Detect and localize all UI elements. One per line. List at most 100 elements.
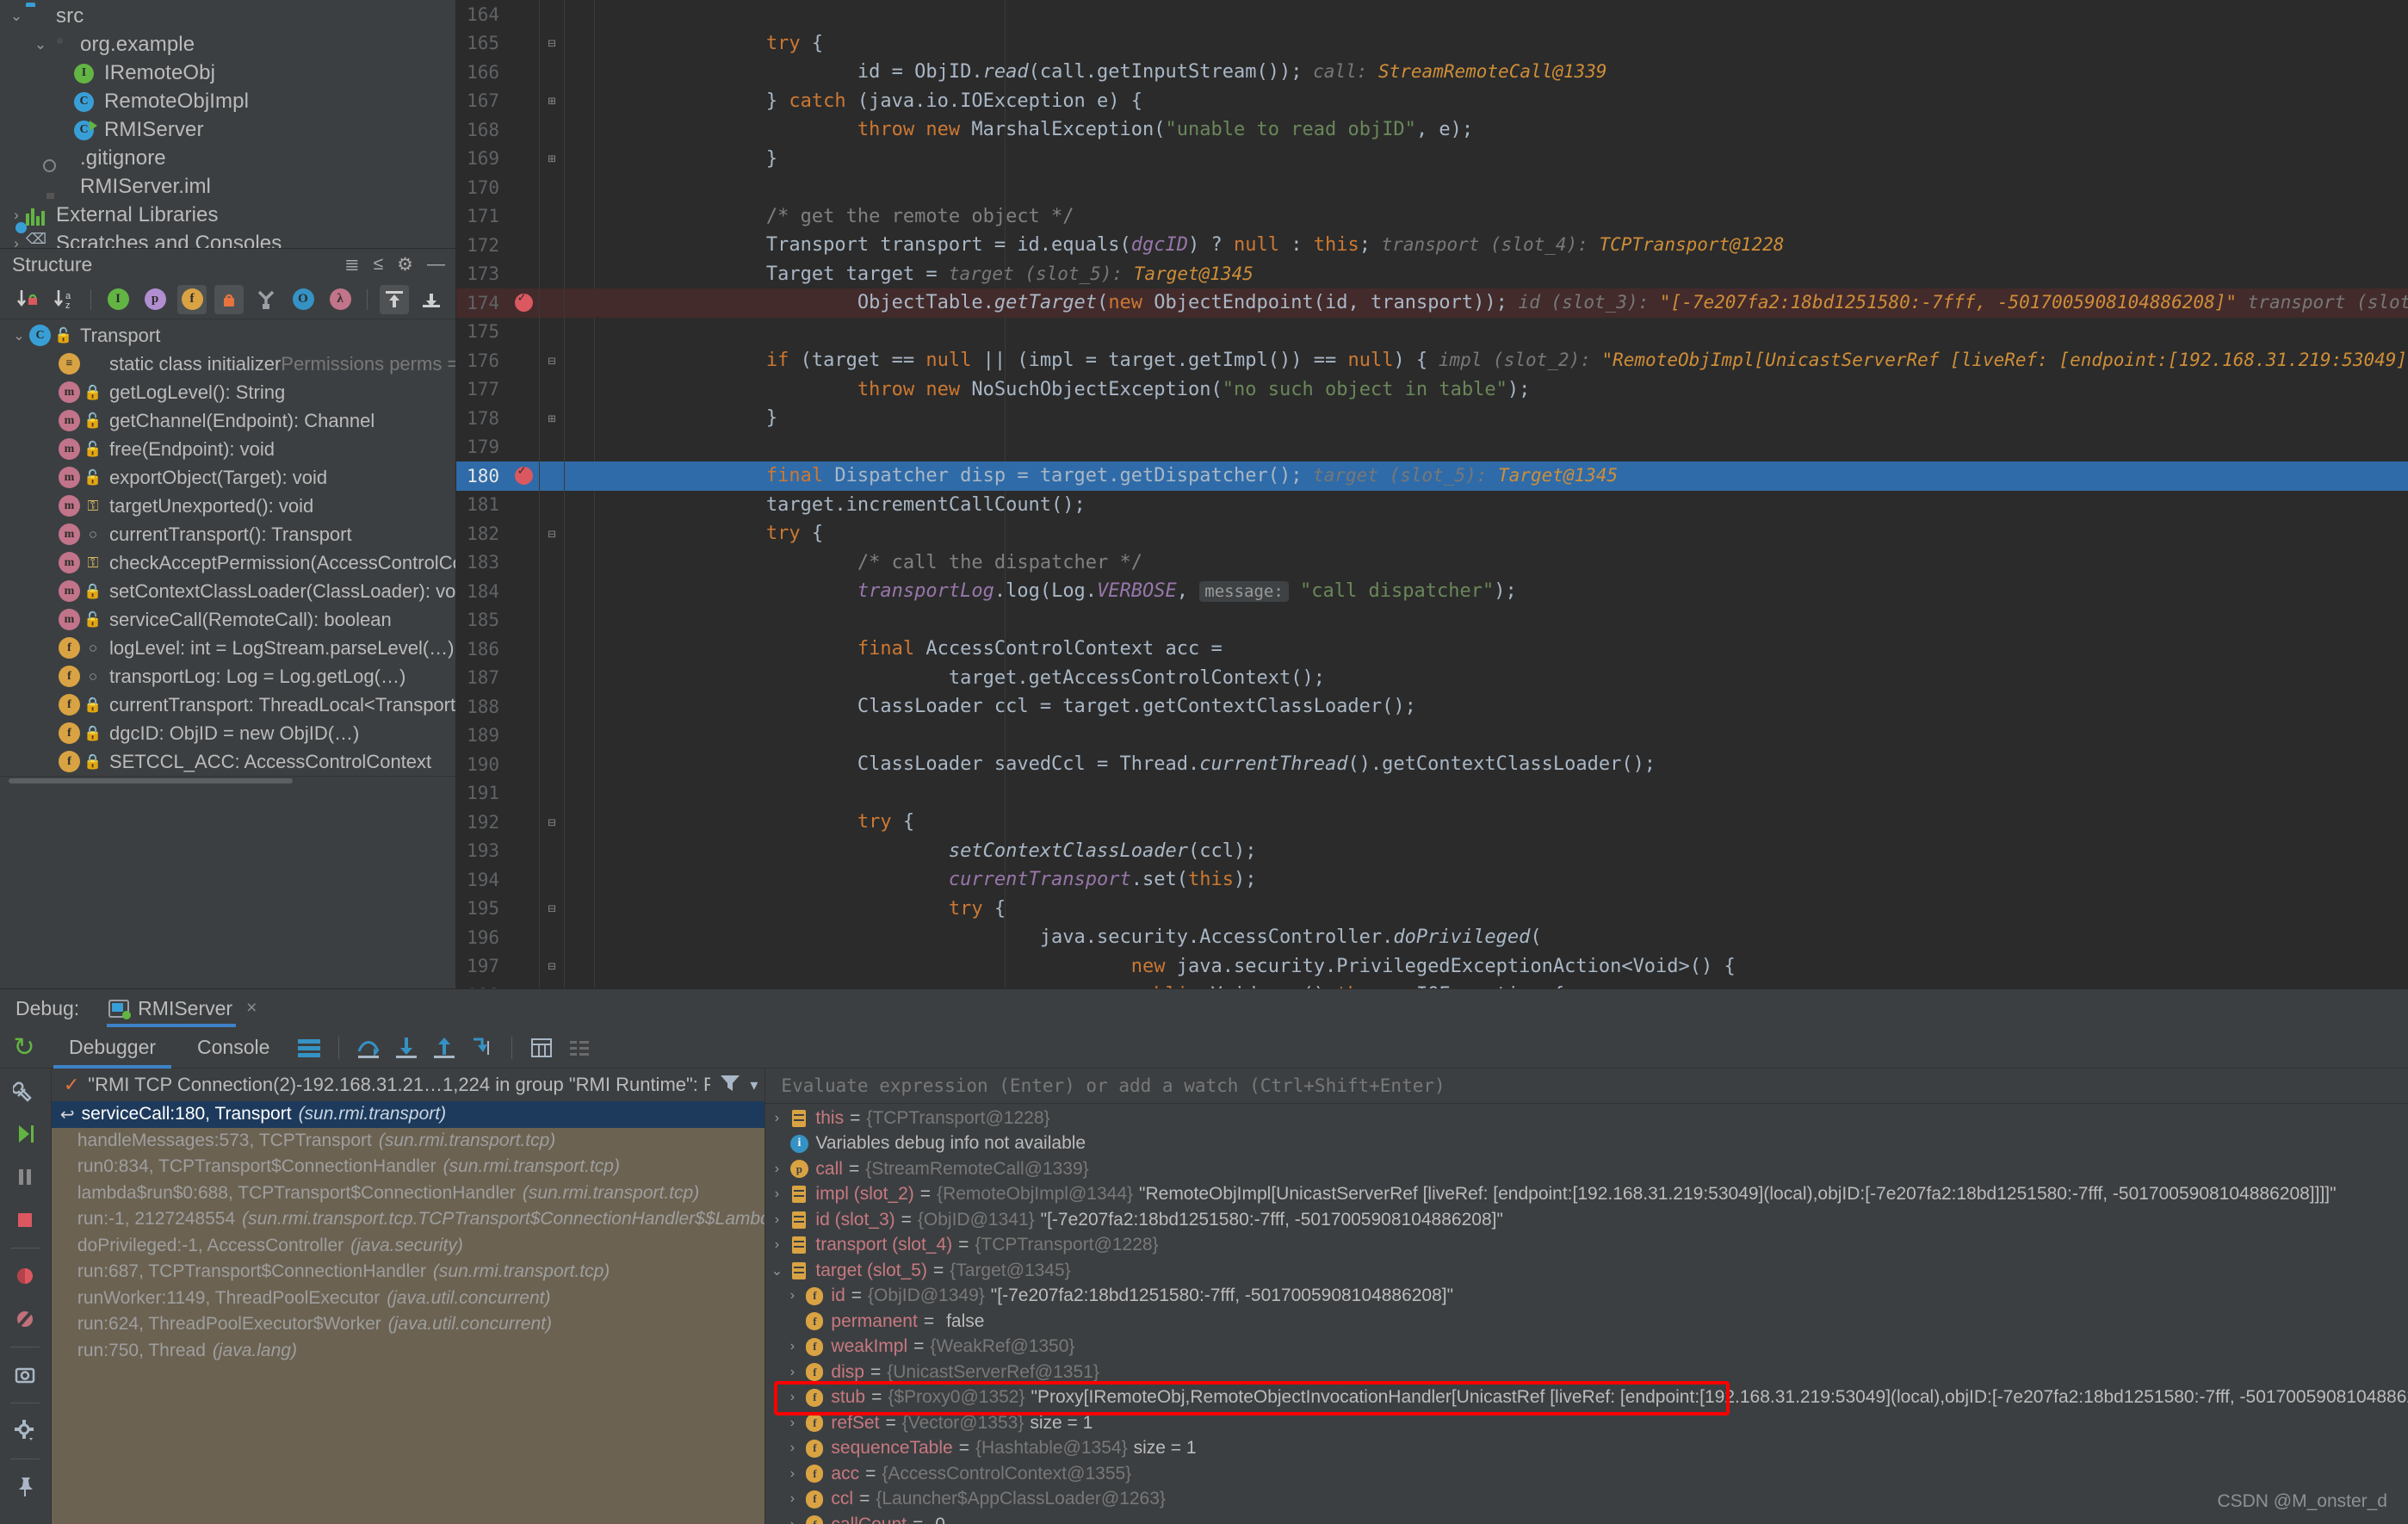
settings-icon[interactable] — [8, 1075, 42, 1106]
stack-frame[interactable]: runWorker:1149, ThreadPoolExecutor (java.… — [52, 1285, 765, 1312]
project-tree-item[interactable]: › External Libraries — [0, 201, 455, 229]
code-editor[interactable]: 164 165 ⊟ try {166 id = ObjID.read(call.ge… — [456, 0, 2408, 988]
code-line[interactable]: 184 transportLog.log(Log.VERBOSE, messag… — [456, 577, 2408, 606]
stack-frame[interactable]: run0:834, TCPTransport$ConnectionHandler… — [52, 1154, 765, 1180]
step-into-icon[interactable] — [387, 1031, 425, 1065]
variables-row[interactable]: › f disp = {UnicastServerRef@1351} — [765, 1360, 2408, 1385]
stack-frame[interactable]: doPrivileged:-1, AccessController (java.s… — [52, 1233, 765, 1260]
code-line[interactable]: 183 /* call the dispatcher */ — [456, 548, 2408, 577]
stack-frame[interactable]: ↩ serviceCall:180, Transport (sun.rmi.tran… — [51, 1101, 765, 1128]
chevron-right-icon[interactable]: › — [765, 1186, 788, 1202]
structure-tree-item[interactable]: m 🔓 exportObject(Target): void — [0, 463, 455, 492]
code-line[interactable]: 195 ⊟ try { — [456, 894, 2408, 923]
stack-frame[interactable]: run:624, ThreadPoolExecutor$Worker (java.… — [52, 1311, 765, 1338]
code-line[interactable]: 174 ObjectTable.getTarget(new ObjectEndp… — [456, 288, 2408, 318]
chevron-right-icon[interactable]: › — [765, 1212, 788, 1228]
chevron-right-icon[interactable]: › — [781, 1491, 803, 1507]
debugger-toolbar[interactable]: ↻ Debugger Console — [0, 1027, 2408, 1069]
tab-console[interactable]: Console — [176, 1027, 290, 1069]
stack-frame[interactable]: run:750, Thread (java.lang) — [52, 1338, 765, 1365]
chevron-down-icon[interactable]: ⌄ — [7, 8, 26, 25]
variables-row[interactable]: › f refSet = {Vector@1353} size = 1 — [765, 1410, 2408, 1436]
code-lines[interactable]: 164 165 ⊟ try {166 id = ObjID.read(call.ge… — [456, 0, 2408, 988]
chevron-right-icon[interactable]: › — [781, 1365, 803, 1380]
code-fold-marker[interactable]: ⊟ — [540, 901, 564, 916]
project-tree-item[interactable]: I IRemoteObj — [0, 59, 455, 87]
code-line[interactable]: 167 ⊞ } catch (java.io.IOException e) { — [456, 86, 2408, 115]
variables-row[interactable]: f permanent = false — [765, 1309, 2408, 1335]
code-line[interactable]: 192 ⊟ try { — [456, 808, 2408, 837]
layout-icon[interactable] — [290, 1031, 328, 1065]
chevron-down-icon[interactable]: ⌄ — [9, 327, 29, 344]
project-tree-item[interactable]: ⌄ src — [0, 2, 455, 30]
pause-icon[interactable] — [8, 1162, 42, 1193]
code-line[interactable]: 175 — [456, 317, 2408, 346]
evaluate-icon[interactable] — [523, 1031, 560, 1065]
variables-row[interactable]: › f sequenceTable = {Hashtable@1354} size = 1 — [765, 1435, 2408, 1461]
code-line[interactable]: 181 target.incrementCallCount(); — [456, 490, 2408, 519]
resume-icon[interactable] — [8, 1118, 42, 1149]
show-anonymous-icon[interactable] — [251, 285, 281, 314]
sort-by-visibility-icon[interactable] — [12, 285, 41, 314]
settings-gear-icon[interactable] — [8, 1416, 42, 1447]
force-step-into-icon[interactable] — [463, 1031, 501, 1065]
code-line[interactable]: 171 /* get the remote object */ — [456, 201, 2408, 231]
chevron-right-icon[interactable]: › — [7, 235, 26, 249]
code-line[interactable]: 169 ⊞ } — [456, 144, 2408, 173]
code-line[interactable]: 188 ClassLoader ccl = target.getContextC… — [456, 692, 2408, 722]
stack-frames-list[interactable]: ↩ serviceCall:180, Transport (sun.rmi.tran… — [51, 1101, 765, 1524]
show-inherited-icon[interactable]: I — [103, 285, 133, 314]
structure-tree-item[interactable]: m ⚿ targetUnexported(): void — [0, 492, 455, 520]
code-fold-marker[interactable]: ⊟ — [540, 35, 564, 51]
project-tree-item[interactable]: C RemoteObjImpl — [0, 87, 455, 115]
autoscroll-from-source-icon[interactable] — [417, 285, 446, 314]
variables-row[interactable]: › f callCount = 0 — [765, 1512, 2408, 1524]
variables-row[interactable]: › f acc = {AccessControlContext@1355} — [765, 1461, 2408, 1487]
chevron-right-icon[interactable]: › — [7, 207, 26, 224]
view-breakpoints-icon[interactable] — [8, 1261, 42, 1292]
chevron-right-icon[interactable]: › — [781, 1288, 803, 1304]
close-icon[interactable]: × — [246, 998, 257, 1019]
project-tree-item[interactable]: RMIServer.iml — [0, 172, 455, 201]
code-fold-marker[interactable]: ⊟ — [540, 353, 564, 369]
step-out-icon[interactable] — [425, 1031, 463, 1065]
variables-row[interactable]: › f weakImpl = {WeakRef@1350} — [765, 1334, 2408, 1360]
variables-row[interactable]: › impl (slot_2) = {RemoteObjImpl@1344} "Remo… — [765, 1181, 2408, 1207]
code-line[interactable]: 177 throw new NoSuchObjectException("no … — [456, 375, 2408, 404]
code-line[interactable]: 180 final Dispatcher disp = target.getDi… — [456, 462, 2408, 491]
structure-tree-item[interactable]: m 🔓 getChannel(Endpoint): Channel — [0, 406, 455, 435]
structure-tree[interactable]: ⌄ C 🔓 Transport ≡ static class initializer Pe… — [0, 319, 455, 776]
code-line[interactable]: 190 ClassLoader savedCcl = Thread.curren… — [456, 750, 2408, 779]
code-line[interactable]: 168 throw new MarshalException("unable t… — [456, 115, 2408, 145]
breakpoint-icon[interactable] — [514, 289, 533, 313]
chevron-down-icon[interactable]: ⌄ — [765, 1262, 788, 1279]
structure-hscrollbar[interactable] — [0, 776, 455, 784]
stack-frame[interactable]: run:-1, 2127248554 (sun.rmi.transport.tcp… — [52, 1206, 765, 1233]
code-line[interactable]: 179 — [456, 432, 2408, 462]
code-line[interactable]: 173 Target target = target (slot_5): Tar… — [456, 259, 2408, 288]
structure-tree-item[interactable]: m ⚿ checkAcceptPermission(AccessControlCon… — [0, 548, 455, 577]
step-over-icon[interactable] — [350, 1031, 387, 1065]
code-line[interactable]: 198◎↑⊟ public Void run() throws IOExcept… — [456, 981, 2408, 988]
chevron-right-icon[interactable]: › — [781, 1416, 803, 1431]
thread-selector[interactable]: ✓ "RMI TCP Connection(2)-192.168.31.21…1… — [52, 1069, 765, 1101]
project-tree-item[interactable]: ⌄ org.example — [0, 30, 455, 59]
expand-all-icon[interactable]: ≣ — [344, 254, 360, 276]
structure-tree-item[interactable]: f ○ transportLog: Log = Log.getLog(…) — [0, 662, 455, 691]
code-fold-marker[interactable]: ⊟ — [540, 958, 564, 974]
structure-tree-item[interactable]: f 🔒 currentTransport: ThreadLocal<Transpor… — [0, 691, 455, 719]
code-line[interactable]: 182 ⊟ try { — [456, 519, 2408, 548]
breakpoint-gutter[interactable] — [508, 462, 539, 487]
structure-tree-item[interactable]: f ○ logLevel: int = LogStream.parseLevel(…… — [0, 634, 455, 662]
chevron-right-icon[interactable]: › — [781, 1440, 803, 1456]
code-fold-marker[interactable]: ⊟ — [540, 815, 564, 830]
show-fields-icon[interactable]: f — [177, 284, 207, 314]
code-line[interactable]: 164 — [456, 0, 2408, 29]
debug-session-tab[interactable]: RMIServer × — [100, 989, 265, 1027]
mute-breakpoints-icon[interactable] — [8, 1304, 42, 1335]
screenshot-icon[interactable] — [8, 1360, 42, 1391]
code-line[interactable]: 194 currentTransport.set(this); — [456, 865, 2408, 895]
code-fold-marker[interactable]: ⊟ — [540, 526, 564, 542]
lambda-icon[interactable]: λ — [325, 285, 355, 314]
code-line[interactable]: 178 ⊞ } — [456, 404, 2408, 433]
